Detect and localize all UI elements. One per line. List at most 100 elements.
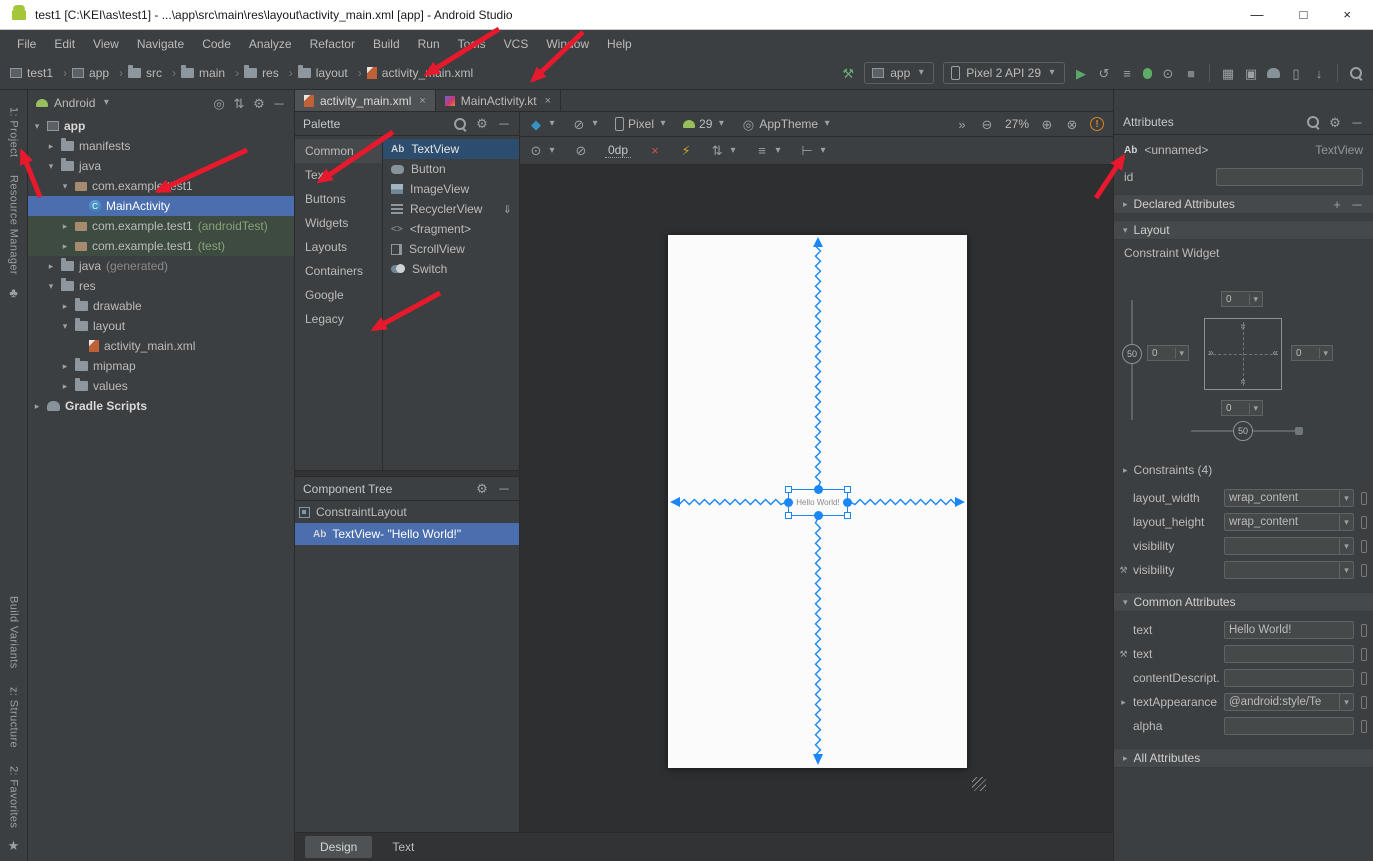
tools-attribute-flag[interactable] — [1361, 624, 1367, 637]
tree-expander-icon[interactable]: ▸ — [60, 241, 70, 252]
clear-constraints-icon[interactable]: × — [648, 143, 662, 159]
default-margin-selector[interactable]: 0dp — [605, 143, 631, 158]
selected-textview[interactable]: Hello World! — [788, 489, 848, 516]
menu-item[interactable]: VCS — [495, 33, 538, 55]
project-structure-icon[interactable]: ▦ — [1221, 65, 1235, 81]
view-options-selector[interactable]: ⊙ ▾ — [529, 143, 557, 159]
collapse-all-icon[interactable]: ⇅ — [232, 95, 246, 111]
attribute-value-control[interactable]: Hello World! — [1224, 621, 1354, 639]
autoconnect-icon[interactable]: ⊘ — [574, 143, 588, 159]
tree-expander-icon[interactable]: ▸ — [46, 261, 56, 272]
tree-item[interactable]: ▸ Gradle Scripts — [28, 396, 294, 416]
tree-item[interactable]: activity_main.xml — [28, 336, 294, 356]
menu-item[interactable]: Run — [409, 33, 449, 55]
align-selector[interactable]: ≡ ▾ — [755, 143, 783, 159]
resize-handle[interactable] — [785, 512, 792, 519]
resize-handle[interactable] — [844, 486, 851, 493]
more-actions-icon[interactable]: » — [955, 116, 969, 132]
zoom-to-fit-icon[interactable]: ⊗ — [1065, 116, 1079, 132]
run-button[interactable]: ▶ — [1074, 65, 1088, 81]
build-hammer-icon[interactable]: ⚒ — [841, 65, 855, 81]
tools-attribute-flag[interactable] — [1361, 516, 1367, 529]
layout-section[interactable]: ▾ Layout — [1114, 220, 1373, 240]
tree-item[interactable]: ▾ com.example.test1 — [28, 176, 294, 196]
margin-bottom-dropdown[interactable]: 0▾ — [1221, 400, 1263, 416]
tools-attribute-flag[interactable] — [1361, 696, 1367, 709]
attribute-value-control[interactable] — [1224, 645, 1354, 663]
attribute-value-control[interactable] — [1224, 669, 1354, 687]
hide-panel-icon[interactable]: ─ — [497, 481, 511, 497]
sdk-manager-icon[interactable]: ↓ — [1312, 65, 1326, 81]
editor-mode-tab[interactable]: Text — [377, 836, 429, 858]
palette-category[interactable]: Legacy — [295, 307, 382, 331]
debug-button[interactable] — [1143, 68, 1152, 79]
tool-window-button[interactable]: Build Variants — [8, 596, 20, 669]
search-everywhere-icon[interactable] — [1349, 66, 1363, 80]
chevron-down-icon[interactable]: ▾ — [101, 95, 111, 111]
attribute-value-control[interactable] — [1224, 717, 1354, 735]
attribute-value-control[interactable]: wrap_content — [1224, 489, 1354, 507]
apply-changes-icon[interactable]: ↺ — [1097, 65, 1111, 81]
theme-selector[interactable]: ◎ AppTheme ▾ — [741, 116, 832, 132]
palette-category[interactable]: Widgets — [295, 211, 382, 235]
avd-manager-icon[interactable]: ▯ — [1289, 65, 1303, 81]
menu-item[interactable]: Tools — [449, 33, 495, 55]
menu-item[interactable]: Refactor — [301, 33, 364, 55]
tools-attribute-flag[interactable] — [1361, 648, 1367, 661]
tools-attribute-flag[interactable] — [1361, 564, 1367, 577]
tree-expander-icon[interactable]: ▸ — [60, 381, 70, 392]
menu-item[interactable]: Help — [598, 33, 641, 55]
constraint-anchor[interactable] — [784, 498, 793, 507]
palette-category[interactable]: Common — [295, 139, 382, 163]
id-input[interactable] — [1216, 168, 1363, 186]
resize-handle[interactable] — [844, 512, 851, 519]
margin-left-dropdown[interactable]: 0▾ — [1147, 345, 1189, 361]
tree-item[interactable]: ▸ com.example.test1 (test) — [28, 236, 294, 256]
palette-item[interactable]: ScrollView — [383, 239, 519, 259]
tree-item[interactable]: ▸ values — [28, 376, 294, 396]
menu-item[interactable]: File — [8, 33, 45, 55]
gear-icon[interactable]: ⚙ — [252, 95, 266, 111]
window-maximize-button[interactable]: □ — [1300, 7, 1308, 22]
design-canvas[interactable]: Hello World! — [520, 165, 1113, 832]
gear-icon[interactable]: ⚙ — [475, 116, 489, 132]
tree-expander-icon[interactable]: ▾ — [46, 281, 56, 292]
run-configuration-dropdown[interactable]: app ▾ — [864, 62, 934, 84]
hide-panel-icon[interactable]: ─ — [272, 95, 286, 111]
palette-category[interactable]: Containers — [295, 259, 382, 283]
breadcrumb-item[interactable]: activity_main.xml — [367, 66, 488, 80]
horizontal-bias-value[interactable]: 50 — [1233, 421, 1253, 441]
constraint-anchor-bottom-icon[interactable]: « — [1238, 379, 1249, 385]
menu-item[interactable]: View — [84, 33, 128, 55]
menu-item[interactable]: Edit — [45, 33, 84, 55]
constraint-widget-box[interactable]: » « » « — [1204, 318, 1282, 390]
common-attributes-section[interactable]: ▾ Common Attributes — [1114, 592, 1373, 612]
palette-item[interactable]: RecyclerView ⇓ — [383, 199, 519, 219]
infer-constraints-icon[interactable]: ⚡ — [679, 143, 693, 159]
search-icon[interactable] — [453, 117, 467, 131]
tree-item[interactable]: ▾ app — [28, 116, 294, 136]
editor-tab[interactable]: MainActivity.kt × — [436, 90, 561, 111]
gear-icon[interactable]: ⚙ — [1328, 114, 1342, 130]
device-selector[interactable]: Pixel ▾ — [615, 116, 668, 132]
breadcrumb-item[interactable]: test1 › — [10, 66, 72, 80]
palette-item[interactable]: ImageView — [383, 179, 519, 199]
tools-attribute-flag[interactable] — [1361, 672, 1367, 685]
palette-category[interactable]: Text — [295, 163, 382, 187]
tree-expander-icon[interactable]: ▾ — [60, 321, 70, 332]
attribute-value-control[interactable]: wrap_content — [1224, 513, 1354, 531]
gradle-icon[interactable] — [1267, 68, 1280, 78]
tool-window-button[interactable]: Resource Manager — [8, 175, 20, 275]
tools-attribute-flag[interactable] — [1361, 720, 1367, 733]
tool-window-button[interactable]: 1: Project — [8, 107, 20, 157]
api-version-selector[interactable]: 29 ▾ — [683, 116, 726, 132]
tree-expander-icon[interactable]: ▾ — [46, 161, 56, 172]
breadcrumb-item[interactable]: src › — [128, 66, 181, 80]
favorites-star-icon[interactable]: ★ — [7, 837, 21, 853]
constraints-section[interactable]: ▸ Constraints (4) — [1114, 460, 1373, 480]
palette-item[interactable]: Button — [383, 159, 519, 179]
locate-file-icon[interactable]: ◎ — [212, 95, 226, 111]
tree-item[interactable]: ▾ layout — [28, 316, 294, 336]
tree-item[interactable]: ▸ java (generated) — [28, 256, 294, 276]
palette-item[interactable]: Ab TextView — [383, 139, 519, 159]
